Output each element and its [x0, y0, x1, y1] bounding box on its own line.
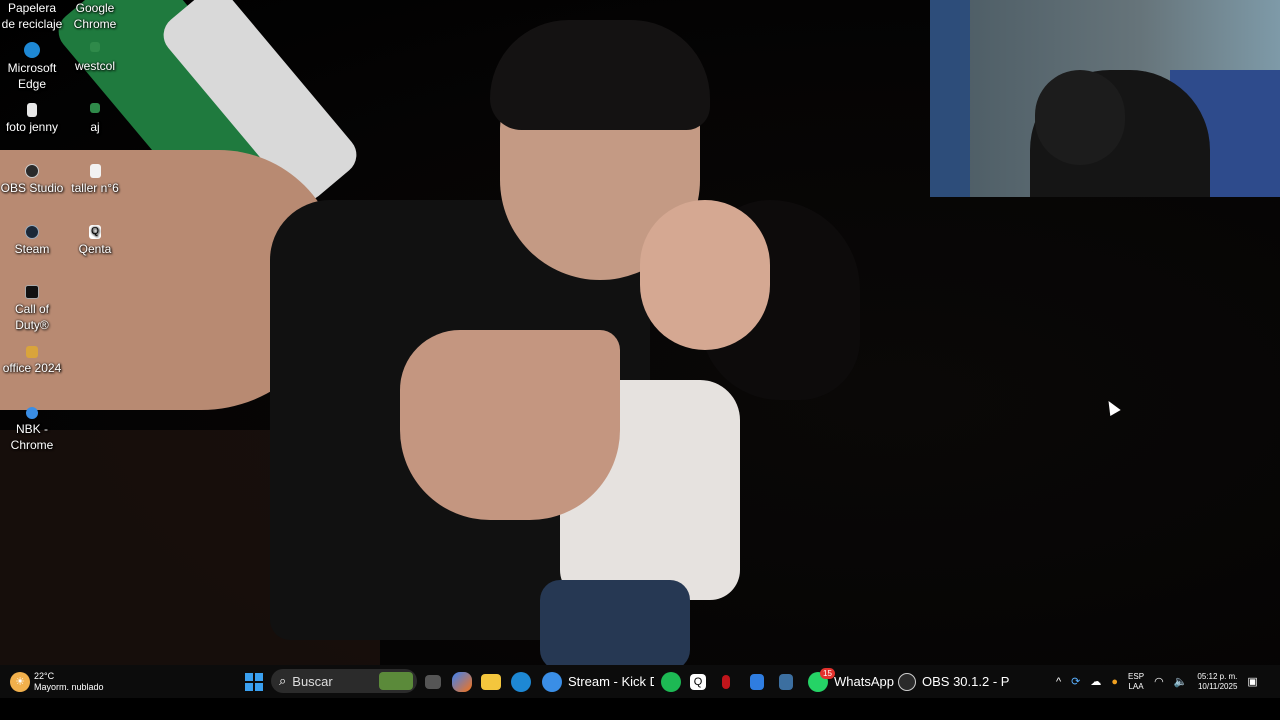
edge-icon: [24, 42, 40, 58]
desktop-icon-label: Google Chrome: [73, 1, 117, 31]
chrome-icon: [542, 671, 562, 692]
taskbar-app-label: Stream - Kick Dz: [568, 674, 654, 689]
calculator-button[interactable]: [779, 665, 793, 698]
red-app-button[interactable]: [722, 665, 730, 698]
qenta-icon: Q: [690, 673, 706, 690]
clock[interactable]: 05:12 p. m. 10/11/2025: [1197, 672, 1237, 692]
task-view-button[interactable]: [425, 665, 441, 698]
desktop-icon-label: OBS Studio: [0, 181, 64, 195]
calculator-icon: [779, 673, 793, 690]
wallpaper-jeans: [540, 580, 690, 665]
desktop-icon-chrome[interactable]: Google Chrome: [63, 0, 127, 32]
image-file-icon: [27, 103, 37, 117]
search-placeholder: Buscar: [292, 673, 333, 689]
desktop-icon-label: Papelera de reciclaje: [1, 1, 63, 31]
copilot-icon: [452, 671, 472, 692]
desktop-icon-label: NBK - Chrome: [10, 422, 54, 452]
task-view-icon: [425, 674, 441, 689]
webcam-shelf: [930, 0, 970, 197]
notification-badge: 15: [820, 668, 835, 679]
taskbar-app-label: OBS 30.1.2 - Perf: [922, 674, 1010, 689]
shortcut-icon: [90, 42, 100, 52]
spotify-icon: [661, 671, 681, 692]
taskbar-app-whatsapp[interactable]: 15 WhatsApp: [808, 665, 894, 698]
start-button[interactable]: [244, 665, 264, 698]
desktop-icon-edge[interactable]: Microsoft Edge: [0, 42, 64, 92]
system-tray: ^ ⟳ ☁ ● ESP LAA ◠ 🔈 05:12 p. m. 10/11/20…: [1056, 665, 1258, 698]
chrome-icon: [26, 407, 38, 419]
edge-icon: [511, 671, 531, 692]
desktop-icon-aj[interactable]: aj: [63, 103, 127, 135]
search-highlight-icon: [379, 672, 413, 690]
wallpaper-arm-2: [400, 330, 620, 520]
taskbar-app-label: WhatsApp: [834, 674, 894, 689]
search-icon: ⌕: [279, 673, 287, 688]
webcam-person-head: [1035, 70, 1125, 165]
desktop-icon-label: foto jenny: [5, 120, 59, 134]
office-icon: [26, 346, 38, 358]
cod-icon: [25, 285, 39, 299]
desktop-icon-label: Qenta: [78, 242, 112, 256]
bottom-black-bar: [0, 698, 1280, 720]
weather-temp: 22°C: [34, 670, 55, 681]
volume-icon[interactable]: 🔈: [1174, 675, 1188, 688]
desktop-icon-call-of-duty[interactable]: Call of Duty®: [0, 285, 64, 333]
desktop-icon-label: taller n°6: [71, 181, 119, 195]
desktop-icon-label: Call of Duty®: [14, 302, 49, 332]
edge-taskbar-button[interactable]: [511, 665, 531, 698]
desktop-icon-westcol[interactable]: westcol: [63, 42, 127, 74]
microphone-icon[interactable]: ●: [1111, 676, 1118, 688]
steam-icon: [25, 225, 39, 239]
weather-widget[interactable]: ☀ 22°C Mayorm. nublado: [10, 665, 104, 698]
language-indicator[interactable]: ESP LAA: [1128, 672, 1144, 692]
copilot-button[interactable]: [452, 665, 472, 698]
weather-icon: ☀: [10, 671, 30, 692]
notepad-button[interactable]: [750, 665, 764, 698]
taskbar: ☀ 22°C Mayorm. nublado ⌕ Buscar Stream -…: [0, 665, 1280, 698]
cloud-icon[interactable]: ☁: [1090, 675, 1101, 688]
wifi-icon[interactable]: ◠: [1154, 675, 1164, 688]
desktop-icon-label: westcol: [74, 59, 115, 73]
weather-desc: Mayorm. nublado: [34, 681, 104, 692]
webcam-overlay: [930, 0, 1280, 197]
file-explorer-button[interactable]: [481, 665, 501, 698]
spotify-button[interactable]: [661, 665, 681, 698]
windows-icon: [245, 672, 263, 691]
chevron-up-icon[interactable]: ^: [1056, 676, 1061, 688]
desktop-icon-label: Steam: [14, 242, 50, 256]
desktop-icon-label: aj: [90, 120, 100, 134]
desktop-icon-qenta[interactable]: Q Qenta: [63, 225, 127, 257]
desktop-icon-taller[interactable]: taller n°6: [63, 164, 127, 196]
shortcut-icon: [90, 103, 100, 113]
wallpaper-face-2: [640, 200, 770, 350]
search-box[interactable]: ⌕ Buscar: [271, 669, 417, 693]
folder-icon: [481, 673, 501, 690]
desktop-icon-label: Microsoft Edge: [7, 61, 57, 91]
desktop-icon-obs[interactable]: OBS Studio: [0, 164, 64, 196]
taskbar-app-stream[interactable]: Stream - Kick Dz: [542, 665, 654, 698]
notifications-icon[interactable]: ▣: [1247, 675, 1257, 688]
keyboard-layout: LAA: [1128, 681, 1144, 691]
desktop-icon-office[interactable]: office 2024: [0, 346, 64, 376]
desktop-icon-label: office 2024: [2, 361, 62, 375]
desktop-icon-foto-jenny[interactable]: foto jenny: [0, 103, 64, 135]
language-code: ESP: [1128, 671, 1145, 681]
qenta-icon: Q: [89, 225, 101, 239]
document-icon: [89, 164, 101, 178]
red-app-icon: [722, 674, 730, 689]
clock-time: 05:12 p. m.: [1197, 671, 1238, 681]
sync-icon[interactable]: ⟳: [1071, 675, 1080, 688]
desktop-icon-nbk-chrome[interactable]: NBK - Chrome: [0, 407, 64, 453]
qenta-taskbar-button[interactable]: Q: [690, 665, 706, 698]
clock-date: 10/11/2025: [1197, 681, 1238, 691]
obs-icon: [25, 164, 39, 178]
obs-icon: [898, 672, 916, 691]
desktop-icon-steam[interactable]: Steam: [0, 225, 64, 257]
desktop-icon-recycle-bin[interactable]: Papelera de reciclaje: [0, 0, 64, 32]
taskbar-app-obs[interactable]: OBS 30.1.2 - Perf: [898, 665, 1010, 698]
notepad-icon: [750, 673, 764, 690]
wallpaper-hair-2: [490, 20, 710, 130]
